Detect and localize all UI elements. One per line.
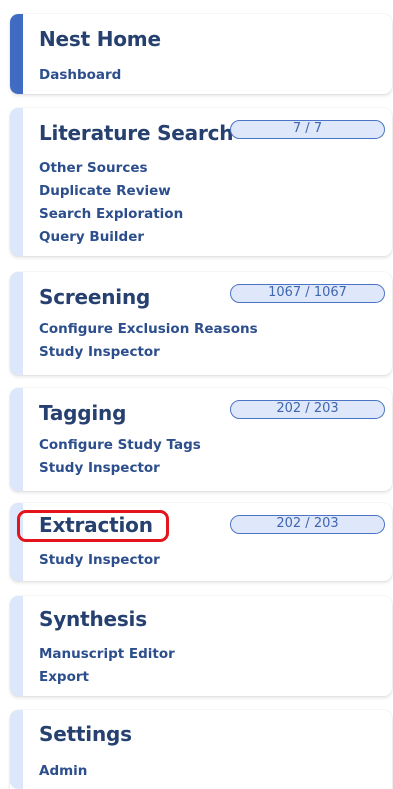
section-indicator — [10, 272, 23, 375]
section-indicator — [10, 108, 23, 256]
link-study-inspector[interactable]: Study Inspector — [39, 457, 201, 480]
link-other-sources[interactable]: Other Sources — [39, 157, 183, 180]
link-query-builder[interactable]: Query Builder — [39, 226, 183, 249]
link-configure-study-tags[interactable]: Configure Study Tags — [39, 434, 201, 457]
section-title-literature-search[interactable]: Literature Search — [39, 121, 233, 145]
highlight-annotation — [17, 510, 169, 542]
section-title-tagging[interactable]: Tagging — [39, 401, 126, 425]
section-indicator — [10, 710, 23, 789]
progress-badge: 1067 / 1067 — [230, 284, 385, 303]
link-study-inspector[interactable]: Study Inspector — [39, 341, 258, 364]
link-manuscript-editor[interactable]: Manuscript Editor — [39, 643, 175, 666]
link-search-exploration[interactable]: Search Exploration — [39, 203, 183, 226]
section-title-screening[interactable]: Screening — [39, 285, 150, 309]
section-settings: Settings Admin — [10, 710, 392, 789]
section-tagging: Tagging 202 / 203 Configure Study Tags S… — [10, 388, 392, 491]
link-study-inspector[interactable]: Study Inspector — [39, 549, 160, 572]
section-nest-home: Nest Home Dashboard — [10, 14, 392, 94]
link-dashboard[interactable]: Dashboard — [39, 64, 121, 87]
section-title-settings[interactable]: Settings — [39, 722, 132, 746]
section-screening: Screening 1067 / 1067 Configure Exclusio… — [10, 272, 392, 375]
progress-badge: 202 / 203 — [230, 400, 385, 419]
progress-badge: 7 / 7 — [230, 120, 385, 139]
sidebar-nav: Nest Home Dashboard Literature Search 7 … — [0, 0, 393, 789]
section-literature-search: Literature Search 7 / 7 Other Sources Du… — [10, 108, 392, 256]
link-duplicate-review[interactable]: Duplicate Review — [39, 180, 183, 203]
section-title-synthesis[interactable]: Synthesis — [39, 607, 147, 631]
active-indicator — [10, 14, 23, 94]
section-extraction: Extraction 202 / 203 Study Inspector — [10, 503, 392, 581]
link-configure-exclusion-reasons[interactable]: Configure Exclusion Reasons — [39, 318, 258, 341]
section-indicator — [10, 388, 23, 491]
section-indicator — [10, 596, 23, 696]
section-title-nest-home[interactable]: Nest Home — [39, 27, 161, 51]
section-synthesis: Synthesis Manuscript Editor Export — [10, 596, 392, 696]
link-admin[interactable]: Admin — [39, 760, 87, 783]
progress-badge: 202 / 203 — [230, 515, 385, 534]
link-export[interactable]: Export — [39, 666, 175, 689]
